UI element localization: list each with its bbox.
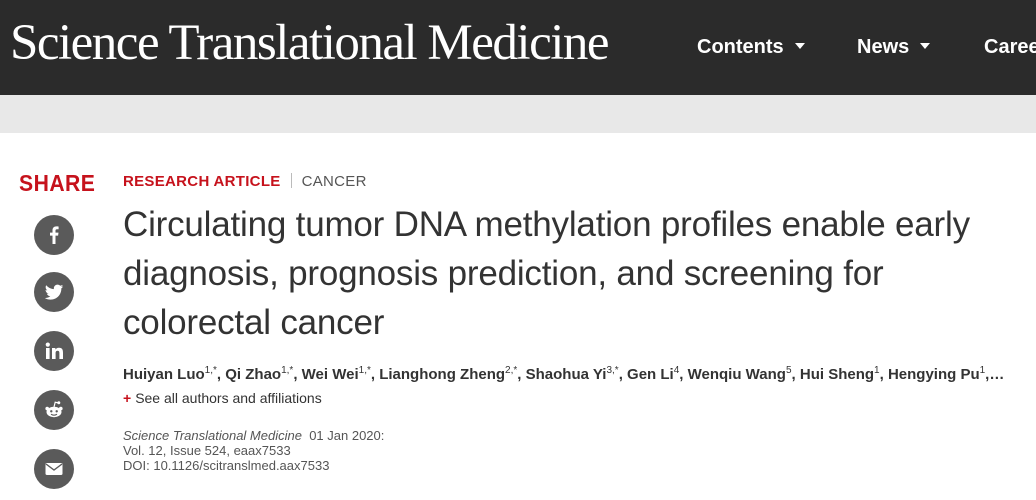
nav-contents[interactable]: Contents (697, 0, 805, 95)
publication-date: 01 Jan 2020: (309, 428, 385, 443)
author-affiliation: 1 (874, 365, 880, 376)
article-title: Circulating tumor DNA methylation profil… (123, 205, 970, 342)
author-name[interactable]: Wenqiu Wang (688, 366, 786, 383)
doi: DOI: 10.1126/scitranslmed.aax7533 (123, 458, 330, 473)
share-email-button[interactable] (34, 449, 74, 489)
author-name[interactable]: Qi Zhao (225, 366, 281, 383)
authors-ellipsis: … (989, 366, 1005, 383)
share-linkedin-button[interactable] (34, 331, 74, 371)
share-reddit-button[interactable] (34, 390, 74, 430)
author-affiliation: 2,* (505, 365, 518, 376)
author-name[interactable]: Huiyan Luo (123, 366, 205, 383)
author-affiliation: 1,* (281, 365, 294, 376)
author-affiliation: 1,* (204, 365, 217, 376)
see-all-authors-label: See all authors and affiliations (135, 390, 322, 406)
site-logo[interactable]: Science Translational Medicine (10, 8, 610, 78)
see-all-authors-link[interactable]: + See all authors and affiliations (123, 390, 322, 406)
author-name[interactable]: Hengying Pu (888, 366, 980, 383)
share-facebook-button[interactable] (34, 215, 74, 255)
site-header: Science Translational Medicine Contents … (0, 0, 1036, 95)
citation-line-journal: Science Translational Medicine 01 Jan 20… (123, 428, 384, 443)
author-affiliation: 3,* (606, 365, 619, 376)
nav-news-label: News (857, 36, 910, 58)
plus-icon: + (123, 390, 132, 406)
article-type[interactable]: RESEARCH ARTICLE (123, 173, 281, 190)
reddit-icon (45, 401, 63, 418)
nav-careers-label: Careers (984, 36, 1036, 58)
author-affiliation: 1 (979, 365, 986, 376)
author-affiliation: 5 (785, 365, 792, 376)
author-name[interactable]: Hui Sheng (800, 366, 874, 383)
subheader-bar (0, 95, 1036, 133)
author-name[interactable]: Shaohua Yi (526, 366, 607, 383)
author-affiliation: 4 (673, 365, 680, 376)
facebook-icon (50, 226, 59, 244)
volume-issue[interactable]: Vol. 12, Issue 524, eaax7533 (123, 443, 384, 458)
author-name[interactable]: Lianghong Zheng (379, 366, 505, 383)
author-affiliation: 1,* (358, 365, 371, 376)
article-kicker: RESEARCH ARTICLE CANCER (123, 173, 367, 190)
author-list: Huiyan Luo1,*, Qi Zhao1,*, Wei Wei1,*, L… (123, 365, 1005, 383)
nav-careers[interactable]: Careers (984, 0, 1036, 95)
email-icon (45, 463, 63, 475)
journal-name[interactable]: Science Translational Medicine (123, 428, 302, 443)
author-name[interactable]: Wei Wei (302, 366, 359, 383)
kicker-divider (290, 173, 292, 188)
linkedin-icon (45, 342, 63, 359)
nav-news[interactable]: News (857, 0, 931, 95)
share-twitter-button[interactable] (34, 272, 74, 312)
nav-contents-label: Contents (697, 36, 784, 58)
chevron-down-icon (920, 42, 931, 49)
chevron-down-icon (794, 42, 805, 49)
author-name[interactable]: Gen Li (627, 366, 674, 383)
share-label: SHARE (19, 170, 96, 196)
citation-block: Science Translational Medicine 01 Jan 20… (123, 428, 384, 473)
twitter-icon (44, 284, 64, 300)
article-subject[interactable]: CANCER (302, 173, 367, 190)
